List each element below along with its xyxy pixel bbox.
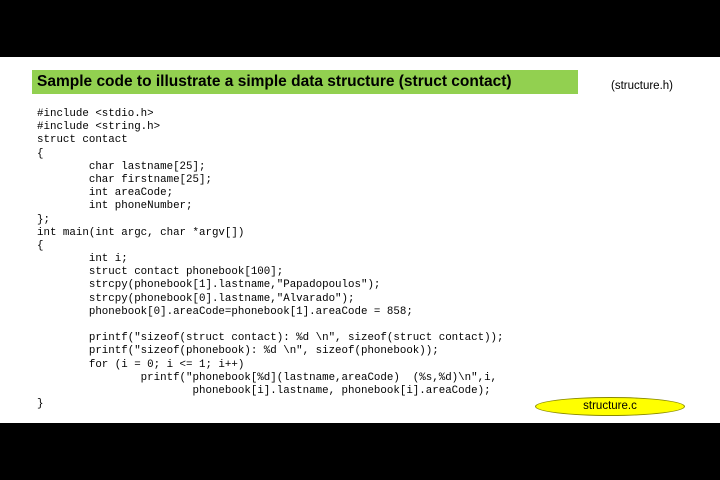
slide-title: Sample code to illustrate a simple data … xyxy=(32,70,578,94)
code-line: strcpy(phonebook[1].lastname,"Papadopoul… xyxy=(37,279,381,292)
code-line: #include <stdio.h> xyxy=(37,108,154,120)
code-line: }; xyxy=(37,213,50,226)
header-file-label: (structure.h) xyxy=(611,80,673,92)
code-line: int areaCode; xyxy=(37,187,174,200)
code-line: phonebook[0].areaCode=phonebook[1].areaC… xyxy=(37,305,413,318)
code-line: phonebook[i].lastname, phonebook[i].area… xyxy=(37,384,491,397)
code-line: char firstname[25]; xyxy=(37,173,212,186)
slide: Sample code to illustrate a simple data … xyxy=(0,57,720,423)
code-line: char lastname[25]; xyxy=(37,160,206,173)
code-line: strcpy(phonebook[0].lastname,"Alvarado")… xyxy=(37,292,355,305)
code-line: struct contact phonebook[100]; xyxy=(37,266,284,279)
code-line: printf("sizeof(phonebook): %d \n", sizeo… xyxy=(37,345,439,358)
code-line: printf("sizeof(struct contact): %d \n", … xyxy=(37,332,504,345)
code-line: #include <string.h> xyxy=(37,121,161,134)
code-block: #include <stdio.h> #include <string.h> s… xyxy=(37,108,504,411)
code-line: printf("phonebook[%d](lastname,areaCode)… xyxy=(37,371,498,384)
code-line: { xyxy=(37,147,44,160)
code-line: } xyxy=(37,398,44,411)
code-line: int main(int argc, char *argv[]) xyxy=(37,226,245,239)
code-line: struct contact xyxy=(37,134,128,147)
code-line: int phoneNumber; xyxy=(37,200,193,213)
source-file-badge: structure.c xyxy=(535,397,685,416)
code-line: int i; xyxy=(37,253,128,266)
code-line: { xyxy=(37,239,44,252)
code-line: for (i = 0; i <= 1; i++) xyxy=(37,358,245,371)
